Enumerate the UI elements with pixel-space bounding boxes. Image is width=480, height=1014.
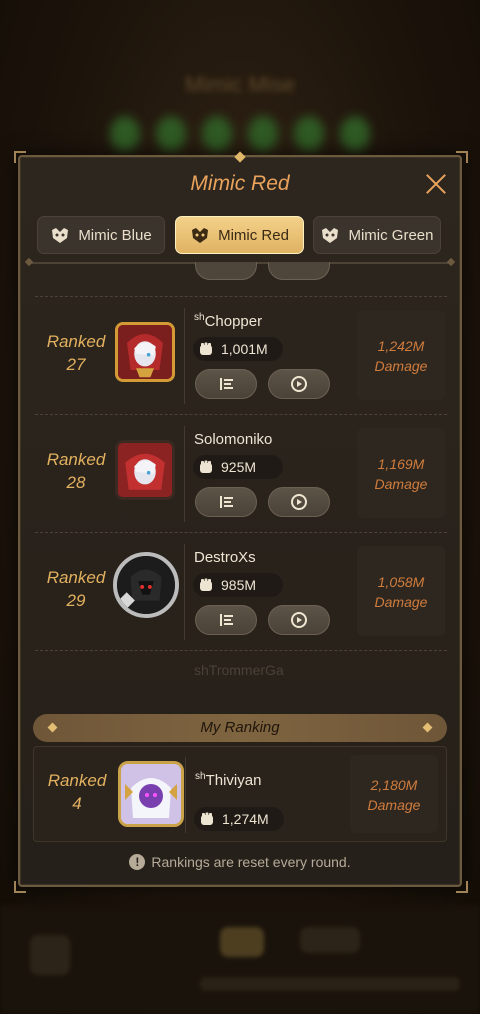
close-button[interactable] bbox=[422, 170, 450, 198]
footer-note-text: Rankings are reset every round. bbox=[151, 854, 351, 870]
character-portrait bbox=[118, 325, 172, 379]
power-badge: 1,001M bbox=[193, 337, 283, 361]
my-ranking-header: My Ranking bbox=[33, 714, 447, 742]
avatar[interactable] bbox=[115, 440, 175, 500]
damage-label: Damage bbox=[374, 476, 428, 492]
table-row[interactable]: Ranked 27 shChopper 1,001M 1,242M Damage bbox=[33, 298, 447, 415]
fist-icon bbox=[197, 576, 215, 594]
ranking-list[interactable]: Ranked 27 shChopper 1,001M 1,242M Damage… bbox=[33, 262, 447, 700]
character-portrait bbox=[118, 443, 172, 497]
row-divider bbox=[35, 532, 447, 533]
replay-button[interactable] bbox=[268, 605, 330, 635]
tab-mimic-red[interactable]: Mimic Red bbox=[175, 216, 304, 254]
table-row[interactable]: Ranked 28 Solomoniko 925M 1,169M Damage bbox=[33, 416, 447, 533]
panel-title: Mimic Red bbox=[190, 172, 290, 195]
character-portrait bbox=[117, 556, 175, 614]
rank-label: Ranked 29 bbox=[46, 568, 106, 610]
tab-label: Mimic Red bbox=[218, 226, 289, 244]
tab-label: Mimic Green bbox=[348, 226, 434, 244]
details-button[interactable] bbox=[195, 369, 257, 399]
damage-box: 1,242M Damage bbox=[357, 310, 445, 400]
avatar[interactable] bbox=[113, 552, 179, 618]
player-name: shChopper bbox=[194, 312, 263, 330]
column-divider bbox=[184, 308, 185, 404]
fist-icon bbox=[197, 458, 215, 476]
power-value: 925M bbox=[221, 459, 257, 475]
background-buttons bbox=[110, 116, 370, 152]
list-details-icon bbox=[220, 378, 233, 390]
row-divider bbox=[35, 414, 447, 415]
power-value: 1,001M bbox=[221, 341, 268, 357]
panel-corner bbox=[456, 881, 468, 893]
row-divider bbox=[35, 296, 447, 297]
tab-mimic-blue[interactable]: Mimic Blue bbox=[37, 216, 165, 254]
background-bottom-bar bbox=[0, 905, 480, 1014]
damage-value: 1,242M bbox=[377, 338, 425, 354]
mimic-head-icon bbox=[320, 226, 340, 244]
damage-box: 1,169M Damage bbox=[357, 428, 445, 518]
panel-corner bbox=[14, 881, 26, 893]
power-badge: 1,274M bbox=[194, 807, 284, 831]
player-name: Solomoniko bbox=[194, 431, 273, 448]
damage-label: Damage bbox=[374, 594, 428, 610]
tab-label: Mimic Blue bbox=[78, 226, 152, 244]
replay-button[interactable] bbox=[268, 487, 330, 517]
mimic-head-icon bbox=[50, 226, 70, 244]
fist-icon bbox=[197, 340, 215, 358]
fist-icon bbox=[198, 810, 216, 828]
info-icon: ! bbox=[129, 854, 146, 870]
damage-value: 1,169M bbox=[377, 456, 425, 472]
tab-mimic-green[interactable]: Mimic Green bbox=[313, 216, 441, 254]
player-name: DestroXs bbox=[194, 549, 256, 566]
details-button[interactable] bbox=[195, 605, 257, 635]
mimic-head-icon bbox=[190, 226, 210, 244]
details-button[interactable] bbox=[195, 487, 257, 517]
my-ranking-row[interactable]: Ranked 4 shThiviyan 1,274M 2,180M Damage bbox=[33, 746, 447, 842]
column-divider bbox=[185, 757, 186, 833]
replay-icon bbox=[291, 494, 307, 510]
rank-label: Ranked 28 bbox=[46, 450, 106, 492]
avatar[interactable] bbox=[118, 761, 184, 827]
table-row[interactable]: Ranked 29 DestroXs 985M 1,058M Damage bbox=[33, 534, 447, 651]
panel-corner bbox=[14, 151, 26, 163]
panel-corner bbox=[456, 151, 468, 163]
row-divider bbox=[35, 650, 447, 651]
power-value: 985M bbox=[221, 577, 257, 593]
replay-icon bbox=[291, 612, 307, 628]
header-ornament bbox=[422, 722, 433, 733]
character-portrait bbox=[121, 764, 181, 824]
list-details-icon bbox=[220, 614, 233, 626]
details-button[interactable] bbox=[195, 262, 257, 280]
power-value: 1,274M bbox=[222, 811, 269, 827]
player-name: shThiviyan bbox=[195, 771, 262, 789]
damage-label: Damage bbox=[367, 797, 421, 813]
replay-button[interactable] bbox=[268, 369, 330, 399]
replay-button[interactable] bbox=[268, 262, 330, 280]
rank-label: Ranked 27 bbox=[46, 332, 106, 374]
my-ranking-title: My Ranking bbox=[200, 719, 280, 736]
damage-value: 1,058M bbox=[377, 574, 425, 590]
background-title: Mimic Mise bbox=[185, 72, 295, 97]
replay-icon bbox=[291, 376, 307, 392]
damage-box: 2,180M Damage bbox=[350, 755, 438, 833]
rank-label: Ranked 4 bbox=[47, 771, 107, 813]
player-name-partial: shTrommerGa bbox=[194, 662, 284, 678]
rankings-reset-note: ! Rankings are reset every round. bbox=[60, 854, 420, 870]
damage-label: Damage bbox=[374, 358, 428, 374]
column-divider bbox=[184, 426, 185, 522]
column-divider bbox=[184, 544, 185, 640]
power-badge: 925M bbox=[193, 455, 283, 479]
damage-box: 1,058M Damage bbox=[357, 546, 445, 636]
avatar[interactable] bbox=[115, 322, 175, 382]
header-ornament bbox=[47, 722, 58, 733]
power-badge: 985M bbox=[193, 573, 283, 597]
damage-value: 2,180M bbox=[370, 777, 418, 793]
list-details-icon bbox=[220, 496, 233, 508]
